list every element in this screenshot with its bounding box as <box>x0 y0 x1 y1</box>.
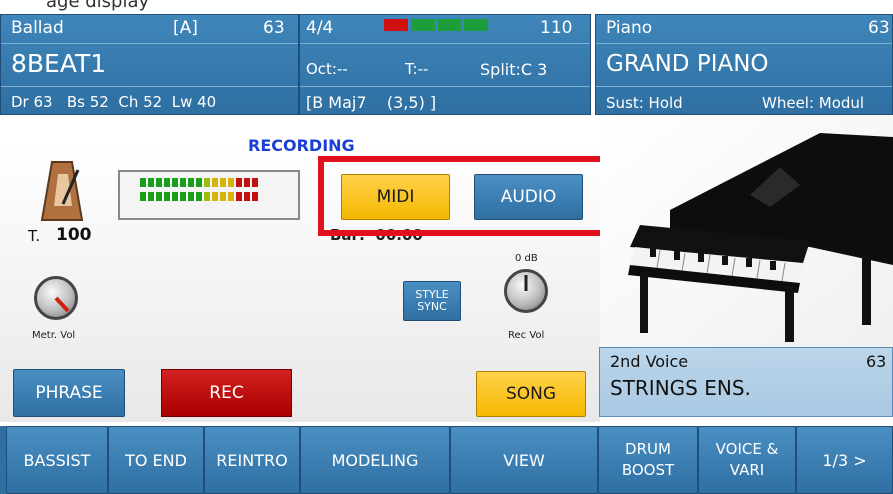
center-info-panel[interactable]: 4/4 110 Oct:-- T:-- Split:C 3 [B Maj7 (3… <box>299 14 591 115</box>
tab-voice-vari[interactable]: VOICE & VARI <box>698 426 796 494</box>
chord-display: [B Maj7 (3,5) ] <box>306 93 437 112</box>
tab-reintro[interactable]: REINTRO <box>204 426 300 494</box>
metronome-volume-label: Metr. Vol <box>32 330 76 341</box>
tab-to-end[interactable]: TO END <box>108 426 204 494</box>
db-label: 0 dB <box>515 253 538 264</box>
grand-piano-image <box>600 115 893 347</box>
style-name: 8BEAT1 <box>11 49 107 78</box>
tab-bassist[interactable]: BASSIST <box>6 426 108 494</box>
tab-view[interactable]: VIEW <box>450 426 598 494</box>
caption-strip: age display <box>0 0 893 14</box>
style-category: Ballad <box>11 18 64 38</box>
tab-page-next[interactable]: 1/3 > <box>796 426 893 494</box>
recording-status: RECORDING <box>248 136 355 155</box>
split-point: Split:C 3 <box>480 60 548 79</box>
voice-panel[interactable]: Piano 63 GRAND PIANO Sust: Hold Wheel: M… <box>595 14 893 115</box>
tempo-beat-indicator <box>384 19 488 31</box>
recording-tempo-value: 100 <box>56 225 92 245</box>
style-variation: [A] <box>173 18 198 38</box>
rec-volume-label: Rec Vol <box>508 330 545 341</box>
wheel-setting: Wheel: Modul <box>762 94 865 112</box>
voice-volume: 63 <box>868 18 890 38</box>
knob-pointer-icon <box>54 296 70 313</box>
second-voice-label: 2nd Voice <box>610 352 689 371</box>
tempo-value: 110 <box>540 18 573 38</box>
second-voice-panel[interactable]: 2nd Voice 63 STRINGS ENS. <box>599 347 893 417</box>
transpose: T:-- <box>405 60 429 78</box>
style-volume: 63 <box>263 18 285 38</box>
style-mixer: Dr 63 Bs 52 Ch 52 Lw 40 <box>11 93 217 111</box>
phrase-button[interactable]: PHRASE <box>13 369 125 417</box>
bottom-tab-bar: BASSIST TO END REINTRO MODELING VIEW DRU… <box>0 426 893 494</box>
metronome-volume-knob[interactable] <box>34 276 78 320</box>
metronome-icon <box>40 161 84 221</box>
knob-pointer-icon <box>524 275 528 291</box>
rec-button[interactable]: REC <box>161 369 292 417</box>
style-panel[interactable]: Ballad [A] 63 8BEAT1 Dr 63 Bs 52 Ch 52 L… <box>0 14 299 115</box>
octave: Oct:-- <box>306 60 348 78</box>
tab-modeling[interactable]: MODELING <box>300 426 450 494</box>
style-sync-button[interactable]: STYLE SYNC <box>403 281 461 321</box>
highlight-box <box>318 156 608 236</box>
tab-drum-boost[interactable]: DRUM BOOST <box>598 426 698 494</box>
caption-text: age display <box>46 0 150 12</box>
second-voice-volume: 63 <box>866 352 887 371</box>
song-button[interactable]: SONG <box>476 371 586 417</box>
voice-category: Piano <box>606 18 653 38</box>
input-level-meter <box>118 170 300 220</box>
rec-volume-knob[interactable] <box>504 269 548 313</box>
time-signature: 4/4 <box>306 18 334 38</box>
tempo-label: T. <box>28 227 41 245</box>
sustain-setting: Sust: Hold <box>606 94 683 112</box>
voice-name: GRAND PIANO <box>606 51 769 77</box>
second-voice-name: STRINGS ENS. <box>610 376 751 400</box>
